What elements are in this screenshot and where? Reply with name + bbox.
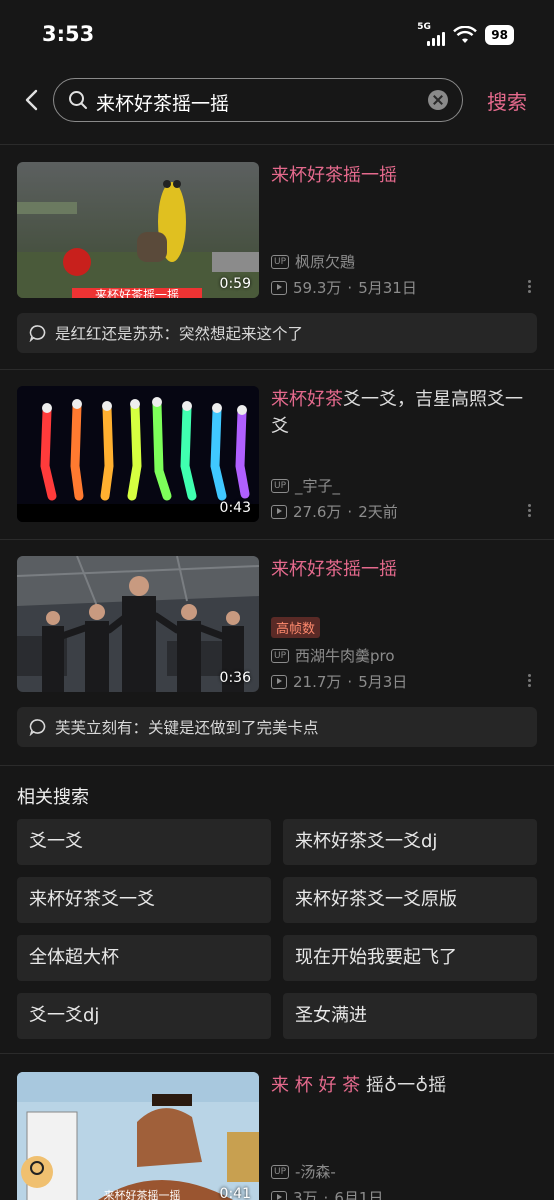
related-search-chip[interactable]: 圣女满进 <box>283 993 537 1039</box>
related-search-chip[interactable]: 全体超大杯 <box>17 935 271 981</box>
thumbnail-caption: 来杯好茶摇一摇 <box>95 287 179 298</box>
quality-tag: 高帧数 <box>271 617 321 638</box>
network-type: 5G <box>417 22 431 32</box>
view-count: 27.6万 <box>293 503 342 521</box>
video-title[interactable]: 来杯好茶爻一爻，吉星高照爻一爻 <box>271 386 537 440</box>
view-count: 21.7万 <box>293 673 342 691</box>
video-card[interactable]: 0:36 来杯好茶摇一摇 高帧数 UP 西湖牛肉羹pro 21.7万 · 5月3… <box>0 556 554 756</box>
more-vertical-icon[interactable] <box>528 674 532 687</box>
video-title[interactable]: 来杯好茶摇一摇 <box>271 162 537 189</box>
view-count: 59.3万 <box>293 279 342 297</box>
video-title[interactable]: 来杯好茶摇一摇 <box>271 556 537 583</box>
search-header: 来杯好茶摇一摇 搜索 <box>0 70 554 130</box>
video-thumbnail[interactable]: 0:36 <box>17 556 259 692</box>
top-comment[interactable]: 是红红还是苏苏：突然想起来这个了 <box>17 313 537 353</box>
up-badge-icon: UP <box>271 254 290 269</box>
up-badge-icon: UP <box>271 478 290 493</box>
view-count: 3万 <box>293 1189 318 1200</box>
divider <box>0 1053 554 1054</box>
play-count-icon <box>271 674 287 689</box>
divider <box>0 539 554 540</box>
play-count-icon <box>271 280 287 295</box>
more-vertical-icon[interactable] <box>528 504 532 517</box>
video-card[interactable]: 来杯好茶摇一摇 0:41 来 杯 好 茶 摇♁一♁摇 UP -汤森- 3万 · … <box>0 1072 554 1200</box>
search-icon <box>69 91 87 109</box>
video-thumbnail[interactable]: 来杯好茶摇一摇 0:59 <box>17 162 259 298</box>
video-uploader[interactable]: UP -汤森- <box>271 1161 336 1182</box>
video-stats: 21.7万 · 5月3日 <box>271 671 407 692</box>
publish-date: 5月3日 <box>358 673 408 691</box>
video-duration: 0:59 <box>219 276 251 292</box>
status-bar: 3:53 5G 98 <box>0 0 554 70</box>
video-stats: 27.6万 · 2天前 <box>271 501 398 522</box>
clear-icon[interactable] <box>428 90 448 110</box>
search-button[interactable]: 搜索 <box>487 86 527 115</box>
publish-date: 6月1日 <box>334 1189 384 1200</box>
video-stats: 3万 · 6月1日 <box>271 1187 383 1200</box>
related-search-chip[interactable]: 来杯好茶爻一爻dj <box>283 819 537 865</box>
publish-date: 2天前 <box>358 503 398 521</box>
divider <box>0 765 554 766</box>
top-comment[interactable]: 芙芙立刻有：关键是还做到了完美卡点 <box>17 707 537 747</box>
status-time: 3:53 <box>42 22 95 46</box>
related-search-chip[interactable]: 来杯好茶爻一爻 <box>17 877 271 923</box>
video-uploader[interactable]: UP 枫原欠鶗 <box>271 251 355 272</box>
search-input[interactable]: 来杯好茶摇一摇 <box>53 78 463 122</box>
video-duration: 0:41 <box>219 1186 251 1200</box>
chevron-left-icon[interactable] <box>18 86 46 114</box>
video-uploader[interactable]: UP 西湖牛肉羹pro <box>271 645 395 666</box>
related-search-chip[interactable]: 现在开始我要起飞了 <box>283 935 537 981</box>
video-card[interactable]: 来杯好茶摇一摇 0:59 来杯好茶摇一摇 UP 枫原欠鶗 59.3万 · 5月3… <box>0 162 554 362</box>
comment-icon <box>29 719 46 736</box>
divider <box>0 144 554 145</box>
related-search-chip[interactable]: 爻一爻 <box>17 819 271 865</box>
more-vertical-icon[interactable] <box>528 280 532 293</box>
cellular-signal-icon: 5G <box>417 22 446 46</box>
comment-icon <box>29 325 46 342</box>
play-count-icon <box>271 1190 287 1200</box>
video-stats: 59.3万 · 5月31日 <box>271 277 417 298</box>
up-badge-icon: UP <box>271 1164 290 1179</box>
divider <box>0 369 554 370</box>
publish-date: 5月31日 <box>358 279 417 297</box>
thumbnail-caption: 来杯好茶摇一摇 <box>104 1188 181 1200</box>
video-duration: 0:43 <box>219 500 251 516</box>
wifi-icon <box>453 26 478 43</box>
battery-indicator: 98 <box>485 25 514 45</box>
related-searches-title: 相关搜索 <box>17 787 89 808</box>
video-thumbnail[interactable]: 0:43 <box>17 386 259 522</box>
search-query: 来杯好茶摇一摇 <box>96 93 230 115</box>
video-title[interactable]: 来 杯 好 茶 摇♁一♁摇 <box>271 1072 537 1099</box>
up-badge-icon: UP <box>271 648 290 663</box>
related-search-chip[interactable]: 爻一爻dj <box>17 993 271 1039</box>
video-card[interactable]: 0:43 来杯好茶爻一爻，吉星高照爻一爻 UP _宇子_ 27.6万 · 2天前 <box>0 386 554 526</box>
video-thumbnail[interactable]: 来杯好茶摇一摇 0:41 <box>17 1072 259 1200</box>
video-duration: 0:36 <box>219 670 251 686</box>
related-search-chip[interactable]: 来杯好茶爻一爻原版 <box>283 877 537 923</box>
play-count-icon <box>271 504 287 519</box>
video-uploader[interactable]: UP _宇子_ <box>271 475 340 496</box>
